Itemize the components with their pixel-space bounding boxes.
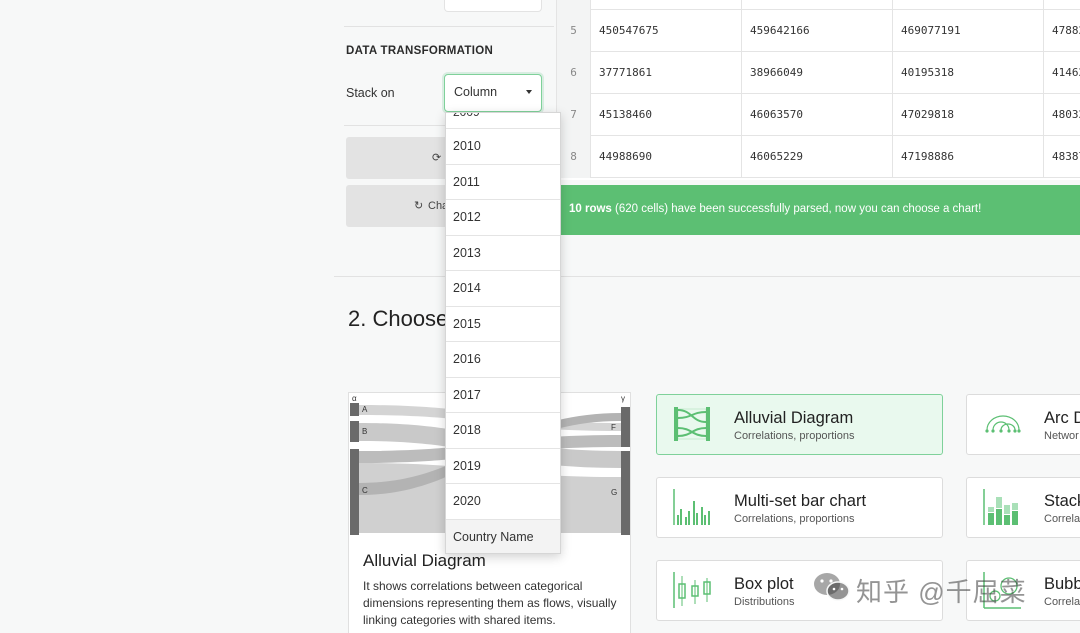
previous-input-field[interactable] bbox=[444, 0, 542, 12]
table-cell[interactable]: 450547675 bbox=[591, 10, 742, 52]
success-row-count: 10 rows bbox=[569, 203, 612, 215]
chart-type-title: Stack bbox=[1044, 492, 1080, 510]
dropdown-option[interactable]: 2014 bbox=[446, 271, 560, 307]
table-cell[interactable]: 48387 bbox=[1044, 136, 1080, 178]
dropdown-option[interactable]: 2011 bbox=[446, 165, 560, 200]
watermark-text: 知乎 @千屈菜 bbox=[856, 577, 1027, 607]
table-cell[interactable]: 459642166 bbox=[742, 10, 893, 52]
table-row: 5 450547675 459642166 469077191 47882 bbox=[557, 10, 1080, 52]
chart-type-subtitle: Correlations, proportions bbox=[734, 430, 855, 442]
table-cell[interactable]: 45138460 bbox=[591, 94, 742, 136]
dropdown-option[interactable]: 2019 bbox=[446, 449, 560, 484]
stack-on-dropdown-menu: 2009 2010 2011 2012 2013 2014 2015 2016 … bbox=[445, 112, 561, 554]
chart-type-stacked-bar[interactable]: Stack Correla bbox=[966, 477, 1080, 538]
dropdown-option[interactable]: 2012 bbox=[446, 200, 560, 236]
row-index: 5 bbox=[557, 10, 591, 52]
stack-on-label: Stack on bbox=[346, 86, 395, 100]
table-cell[interactable]: 46065229 bbox=[742, 136, 893, 178]
parse-success-banner: 10 rows (620 cells) have been successful… bbox=[558, 185, 1080, 235]
arc-diagram-icon bbox=[985, 415, 1021, 433]
dropdown-option[interactable]: 2010 bbox=[446, 129, 560, 165]
preview-label: C bbox=[362, 486, 368, 495]
stacked-bar-icon bbox=[983, 489, 1018, 525]
chart-type-title: Arc D bbox=[1044, 409, 1080, 427]
chart-type-alluvial[interactable]: Alluvial Diagram Correlations, proportio… bbox=[656, 394, 943, 455]
table-row bbox=[557, 0, 1080, 10]
chart-type-subtitle: Correla bbox=[1044, 596, 1080, 608]
table-cell[interactable]: 38966049 bbox=[742, 52, 893, 94]
chart-type-subtitle: Correlations, proportions bbox=[734, 513, 855, 525]
preview-label: F bbox=[611, 423, 616, 432]
table-cell[interactable]: 40195318 bbox=[893, 52, 1044, 94]
table-row: 6 37771861 38966049 40195318 41462 bbox=[557, 52, 1080, 94]
chart-type-title: Box plot bbox=[734, 575, 794, 593]
preview-axis-left: α bbox=[352, 394, 357, 403]
table-cell[interactable]: 44988690 bbox=[591, 136, 742, 178]
chart-type-title: Multi-set bar chart bbox=[734, 492, 867, 510]
preview-title: Alluvial Diagram bbox=[363, 551, 486, 570]
wechat-logo-icon bbox=[814, 573, 850, 601]
alluvial-icon bbox=[674, 407, 710, 441]
table-cell[interactable]: 48032 bbox=[1044, 94, 1080, 136]
chart-type-arc-diagram[interactable]: Arc D Networ bbox=[966, 394, 1080, 455]
table-cell[interactable]: 469077191 bbox=[893, 10, 1044, 52]
dropdown-option[interactable]: 2013 bbox=[446, 236, 560, 271]
caret-down-icon bbox=[526, 90, 532, 94]
dropdown-option[interactable]: 2015 bbox=[446, 307, 560, 342]
boxplot-icon bbox=[673, 572, 711, 608]
success-message: (620 cells) have been successfully parse… bbox=[611, 203, 982, 215]
preview-label: G bbox=[611, 488, 618, 497]
chart-type-subtitle: Networ bbox=[1044, 430, 1079, 442]
table-cell[interactable]: 41462 bbox=[1044, 52, 1080, 94]
refresh-icon: ⟳ bbox=[432, 152, 442, 164]
row-index: 7 bbox=[557, 94, 591, 136]
table-cell[interactable]: 37771861 bbox=[591, 52, 742, 94]
divider bbox=[344, 26, 554, 27]
undo-icon: ↻ bbox=[414, 200, 424, 212]
dropdown-option[interactable]: 2009 bbox=[446, 113, 560, 129]
preview-description: It shows correlations between categorica… bbox=[363, 579, 617, 627]
chart-type-title: Alluvial Diagram bbox=[734, 409, 854, 427]
dropdown-option[interactable]: 2018 bbox=[446, 413, 560, 449]
stack-on-selected-value: Column bbox=[454, 85, 498, 99]
stack-on-select[interactable]: Column bbox=[444, 74, 542, 112]
dropdown-option[interactable]: 2020 bbox=[446, 484, 560, 520]
table-cell[interactable]: 47882 bbox=[1044, 10, 1080, 52]
table-row: 7 45138460 46063570 47029818 48032 bbox=[557, 94, 1080, 136]
dropdown-option[interactable]: 2017 bbox=[446, 378, 560, 413]
preview-axis-right: γ bbox=[621, 394, 625, 403]
dropdown-option[interactable]: Country Name bbox=[446, 519, 560, 553]
preview-label: A bbox=[362, 405, 368, 414]
table-cell[interactable]: 47029818 bbox=[893, 94, 1044, 136]
multiset-bar-icon bbox=[673, 489, 710, 525]
data-table: 5 450547675 459642166 469077191 47882 6 … bbox=[556, 0, 1080, 180]
row-index: 8 bbox=[557, 136, 591, 178]
table-cell[interactable]: 46063570 bbox=[742, 94, 893, 136]
row-index: 6 bbox=[557, 52, 591, 94]
preview-label: B bbox=[362, 427, 368, 436]
section-title: DATA TRANSFORMATION bbox=[346, 45, 494, 57]
table-row: 8 44988690 46065229 47198886 48387 bbox=[557, 136, 1080, 178]
dropdown-option[interactable]: 2016 bbox=[446, 342, 560, 378]
chart-type-subtitle: Correla bbox=[1044, 513, 1080, 525]
chart-type-title: Bubb bbox=[1044, 575, 1080, 593]
table-cell[interactable]: 47198886 bbox=[893, 136, 1044, 178]
chart-type-multiset-bar[interactable]: Multi-set bar chart Correlations, propor… bbox=[656, 477, 943, 538]
chart-type-subtitle: Distributions bbox=[734, 596, 795, 608]
choose-chart-title: 2. Choose bbox=[348, 306, 449, 331]
